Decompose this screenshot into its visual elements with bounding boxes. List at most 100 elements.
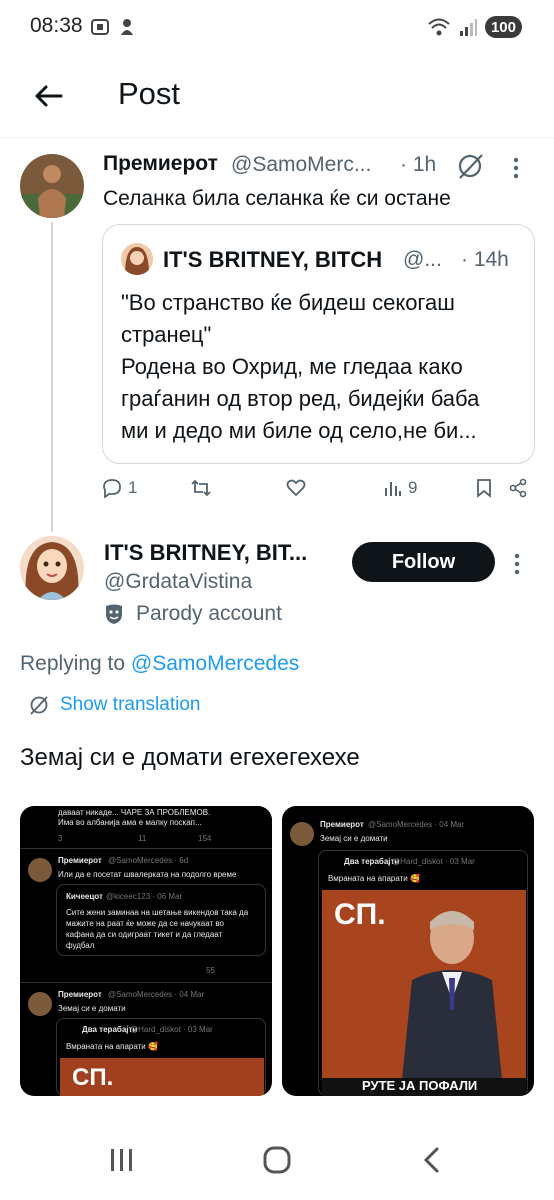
quote-author-name: IT'S BRITNEY, BITCH <box>163 247 383 272</box>
tweet-time-value: 1h <box>412 153 437 176</box>
page-title: Post <box>118 76 181 111</box>
avatar[interactable] <box>20 154 84 218</box>
img1-q-line: фудбал <box>66 941 95 950</box>
img1-top-text-2: Има во албанија ама е малку поскап... <box>58 818 202 827</box>
home-button[interactable] <box>255 1142 299 1178</box>
img1-t2-name: Премиерот <box>58 990 102 999</box>
author-name[interactable]: IT'S BRITNEY, BIT... <box>104 540 307 566</box>
img1-t1-text: Или да е посетат швалерката на подолго в… <box>58 870 237 879</box>
status-icons-left <box>90 17 136 37</box>
mask-icon <box>106 604 122 624</box>
divider <box>20 982 272 983</box>
media-image-1[interactable]: даваат никаде... ЧАРЕ ЗА ПРОБЛЕМОВ. Има … <box>20 806 272 1096</box>
quote-time: · 14h <box>461 248 509 271</box>
reply-button[interactable]: 1 <box>102 478 137 498</box>
img2-photo-text: СП. <box>334 898 386 931</box>
show-translation-button[interactable]: Show translation <box>28 694 200 716</box>
reply-icon <box>103 479 121 498</box>
recent-apps-icon <box>111 1149 132 1171</box>
replying-mention-link[interactable]: @SamoMercedes <box>131 652 299 675</box>
thread-line <box>51 222 53 532</box>
quote-line: граѓанин од втор ред, бидејќи баба <box>121 386 480 411</box>
img1-t2-handle: @SamoMercedes · 04 Mar <box>108 990 205 999</box>
more-options-icon[interactable] <box>513 552 521 576</box>
grok-icon[interactable] <box>456 152 486 180</box>
more-options-icon[interactable] <box>512 156 520 180</box>
notification-icon <box>121 19 133 35</box>
quote-avatar <box>121 243 153 275</box>
replying-to: Replying to @SamoMercedes <box>20 652 299 676</box>
quote-text: "Во странство ќе бидеш секогаш странец" … <box>121 287 526 447</box>
img2-t-handle: @SamoMercedes · 04 Mar <box>368 820 465 829</box>
status-time: 08:38 <box>30 14 83 37</box>
wifi-icon <box>428 18 450 36</box>
quote-line: Родена во Охрид, ме гледаа како <box>121 354 463 379</box>
chevron-left-icon <box>423 1147 439 1173</box>
img1-t2-text: Земај си е домати <box>58 1004 126 1013</box>
home-icon <box>263 1146 291 1174</box>
img1-t1-handle: @SamoMercedes · 6d <box>108 856 189 865</box>
navigation-bar <box>0 1118 554 1200</box>
bookmark-icon <box>477 479 491 498</box>
tweet-time: · 1h <box>400 153 437 176</box>
img1-photo: СП. <box>60 1058 264 1096</box>
status-bar: 08:38 100 <box>0 0 554 56</box>
avatar[interactable] <box>20 536 84 600</box>
bookmark-button[interactable] <box>476 478 492 498</box>
img1-q-name: Кичеецот <box>66 892 103 901</box>
img1-q-line: кафана да си одиграат тикет и да гледаат <box>66 930 223 939</box>
img1-t1-views: 55 <box>206 966 215 975</box>
parody-label: Parody account <box>104 602 282 626</box>
author-name[interactable]: Премиерот <box>103 152 218 176</box>
like-button[interactable] <box>286 478 306 498</box>
views-button[interactable]: 9 <box>384 478 417 498</box>
show-translation-label: Show translation <box>60 694 201 715</box>
battery-indicator: 100 <box>484 16 522 38</box>
tweet-text: Селанка била селанка ќе си остане <box>103 187 451 210</box>
img1-top-text-1: даваат никаде... ЧАРЕ ЗА ПРОБЛЕМОВ. <box>58 808 211 817</box>
parody-label-text: Parody account <box>136 602 282 625</box>
views-count: 9 <box>408 478 418 497</box>
mini-avatar <box>28 992 52 1016</box>
header: Post <box>0 56 554 138</box>
mini-avatar <box>28 858 52 882</box>
grok-icon <box>30 696 48 715</box>
tweet-text: Земај си е домати егехегехехе <box>20 744 360 771</box>
img2-q-handle: @Hard_diskot · 03 Mar <box>392 857 475 866</box>
img1-count-1: 3 <box>58 834 63 843</box>
screenshot-icon <box>91 19 109 35</box>
img1-q-handle: @kiceec123 · 06 Mar <box>106 892 183 901</box>
status-icons-right: 100 <box>427 16 522 38</box>
img1-count-2: 11 <box>138 834 147 843</box>
mini-avatar <box>290 822 314 846</box>
share-icon <box>509 478 527 498</box>
quote-line: ми и дедо ми биле од село,не би... <box>121 418 477 443</box>
views-icon <box>385 482 401 496</box>
signal-icon <box>459 19 477 36</box>
img2-t-text: Земај си е домати <box>320 834 388 843</box>
divider <box>20 848 272 849</box>
retweet-button[interactable] <box>190 478 212 498</box>
quote-line: странец" <box>121 322 212 347</box>
arrow-left-icon <box>35 85 63 107</box>
follow-button[interactable]: Follow <box>352 542 495 582</box>
heart-icon <box>286 479 306 497</box>
img1-t1-name: Премиерот <box>58 856 102 865</box>
img1-q2-text: Вмраната на апарати 🥰 <box>66 1042 158 1051</box>
person-figure <box>402 911 502 1080</box>
back-nav-button[interactable] <box>410 1142 454 1178</box>
quoted-tweet[interactable]: IT'S BRITNEY, BITCH @... · 14h "Во стран… <box>102 224 535 464</box>
back-button[interactable] <box>28 76 68 116</box>
replying-prefix: Replying to <box>20 652 131 675</box>
quote-time-value: 14h <box>473 248 509 271</box>
author-handle[interactable]: @GrdataVistina <box>104 570 252 594</box>
quote-line: "Во странство ќе бидеш секогаш <box>121 290 455 315</box>
media-image-2[interactable]: Премиерот @SamoMercedes · 04 Mar Земај с… <box>282 806 534 1096</box>
avatar-image <box>20 154 84 218</box>
retweet-icon <box>191 479 211 497</box>
recent-apps-button[interactable] <box>100 1142 144 1178</box>
author-handle[interactable]: @SamoMerc... <box>231 153 371 177</box>
img2-q-text: Вмраната на апарати 🥰 <box>328 874 420 883</box>
share-button[interactable] <box>508 478 528 498</box>
img1-q2-handle: @Hard_diskot · 03 Mar <box>130 1025 213 1034</box>
